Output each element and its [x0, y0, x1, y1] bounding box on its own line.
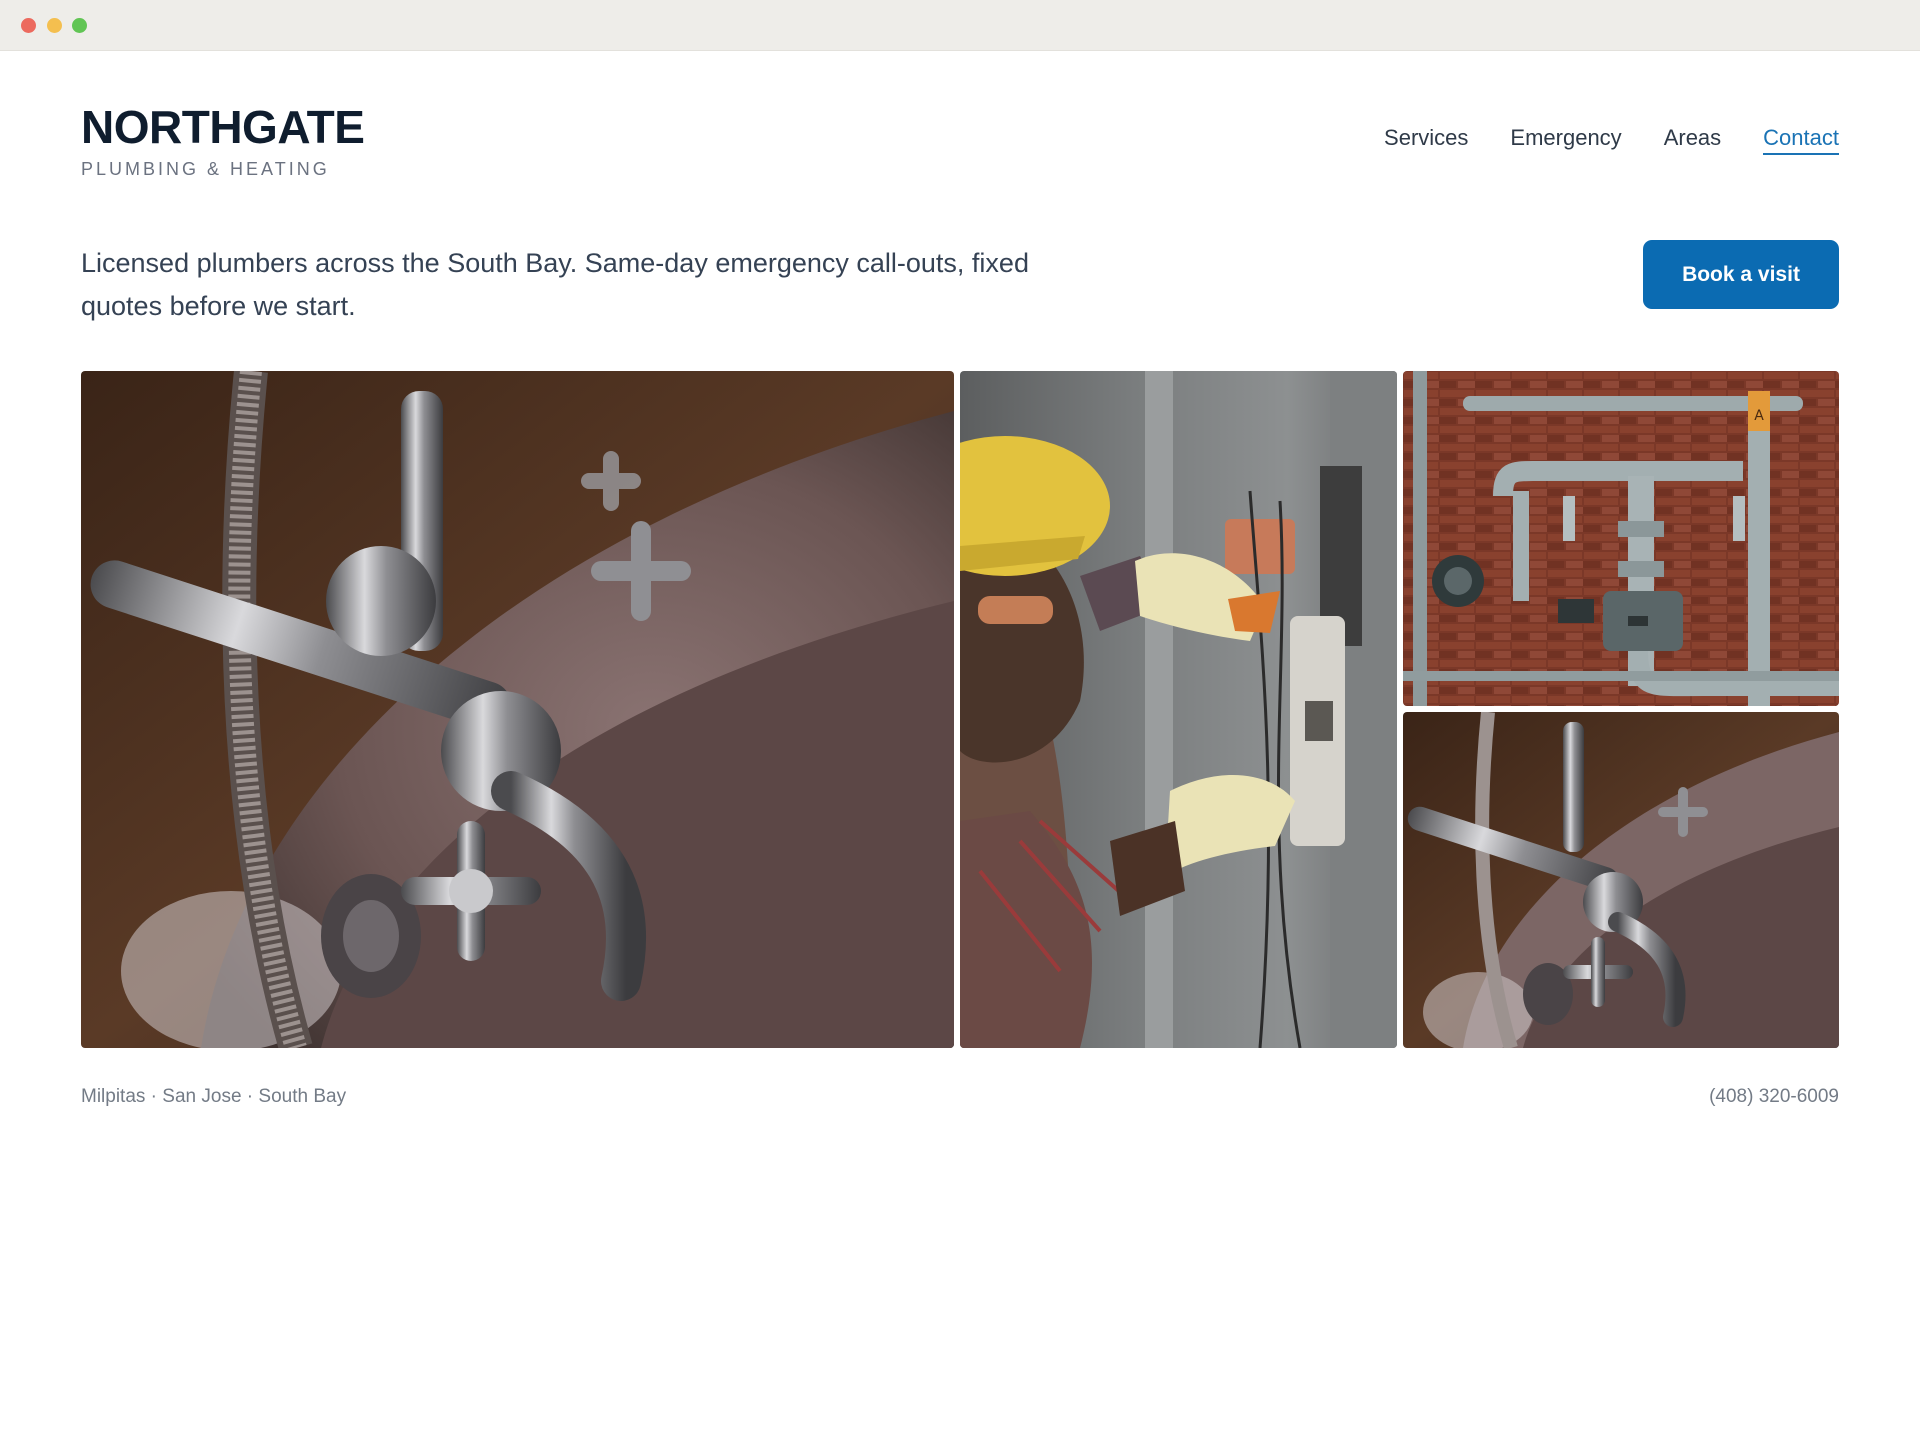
main-nav: Services Emergency Areas Contact [1384, 124, 1839, 155]
gallery-image-technician[interactable] [960, 371, 1397, 1048]
photo-gallery: A [81, 371, 1839, 1048]
svg-text:A: A [1754, 408, 1764, 424]
gallery-image-faucet[interactable] [81, 371, 954, 1048]
technician-photo [960, 371, 1397, 1048]
hero-description: Licensed plumbers across the South Bay. … [81, 248, 1029, 321]
book-visit-button[interactable]: Book a visit [1643, 240, 1839, 309]
nav-link-contact[interactable]: Contact [1763, 124, 1839, 155]
window-titlebar [0, 0, 1920, 51]
brand-tagline: PLUMBING & HEATING [81, 159, 330, 179]
pipes-photo: A [1403, 371, 1839, 706]
phone-number[interactable]: (408) 320-6009 [1709, 1085, 1839, 1109]
gallery-image-faucet-small[interactable] [1403, 712, 1839, 1048]
maximize-window-button[interactable] [72, 18, 87, 33]
faucet-photo [81, 371, 954, 1048]
nav-link-services[interactable]: Services [1384, 124, 1468, 155]
nav-link-areas[interactable]: Areas [1664, 124, 1721, 155]
brand-name: NORTHGATE [81, 101, 365, 153]
gallery-image-pipes[interactable]: A [1403, 371, 1839, 706]
nav-link-emergency[interactable]: Emergency [1510, 124, 1621, 155]
service-areas: Milpitas · San Jose · South Bay [81, 1086, 347, 1107]
faucet-photo-small [1403, 712, 1839, 1048]
brand-logo[interactable]: NORTHGATE PLUMBING & HEATING [81, 101, 365, 180]
close-window-button[interactable] [21, 18, 36, 33]
minimize-window-button[interactable] [47, 18, 62, 33]
